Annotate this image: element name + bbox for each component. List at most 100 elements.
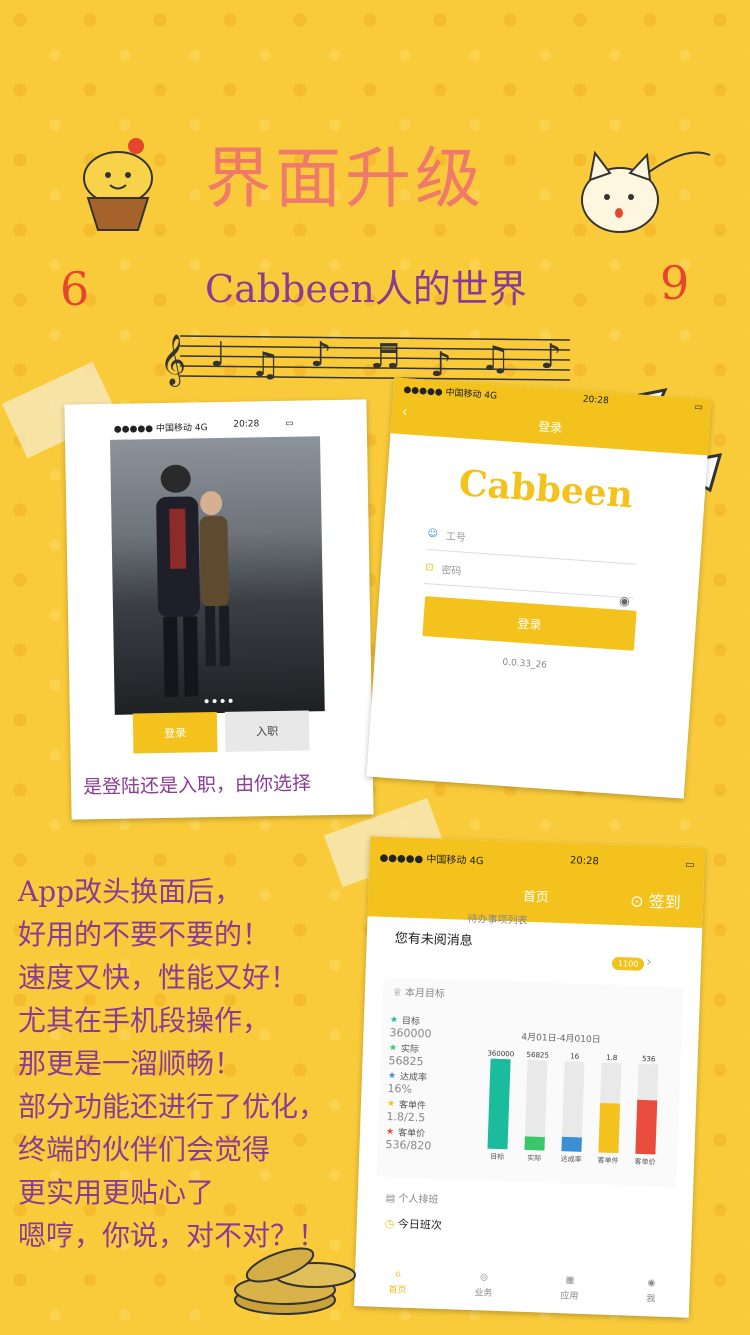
page-subtitle: Cabbeen人的世界 [205,267,527,311]
stat-value-actual: 56825 [388,1054,424,1069]
brand-logo: Cabbeen [457,462,635,517]
promo-line: 尤其在手机段操作， [18,1004,271,1037]
star-icon: ★ [387,1070,397,1081]
nav-apps[interactable]: ▦ 应用 [560,1275,579,1301]
bar-category-label: 目标 [490,1152,504,1161]
app-version: 0.0.33_26 [502,657,548,671]
user-icon: ☺ [427,528,439,540]
nav-me[interactable]: ◉ 我 [646,1278,656,1304]
monthly-target-header: ♕ 本月目标 [393,983,446,1000]
bar-category-label: 客单件 [597,1155,618,1165]
date-range: 4月01日-4月010日 [521,1032,601,1046]
cat-icon [575,135,715,245]
promo-text: App改头换面后， 好用的不要不要的！ 速度又快，性能又好！ 尤其在手机段操作，… [18,870,378,1257]
stat-value-price: 536/820 [385,1138,432,1153]
bar-category-label: 达成率 [561,1154,582,1164]
bar [598,1102,621,1154]
stats-list: ★ 目标 360000 ★ 实际 56825 ★ 达成率 16% ★ 客单件 1.8/2… [385,1013,480,1156]
today-shift-row[interactable]: ◷ 今日班次 [385,1215,443,1233]
bar-value-label: 56825 [526,1051,549,1060]
monthly-target-label: 本月目标 [404,987,446,1000]
page-title: 界面升级 [205,140,485,217]
promo-line: App改头换面后， [18,875,243,908]
eye-icon[interactable]: ◉ [619,594,630,609]
promo-line: 好用的不要不要的！ [18,918,271,951]
battery-icon: ▭ [684,859,695,871]
status-time: 20:28 [569,855,599,868]
home-icon: ⌂ [394,1269,402,1280]
promo-line: 部分功能还进行了优化， [18,1090,327,1123]
personal-rank-panel: ▤ 个人排班 ◷ 今日班次 [374,1182,677,1254]
fashion-photo [110,436,325,715]
unread-message-row[interactable]: 您有未阅消息 1100 › [383,920,686,984]
location-icon: ⊙ [629,891,644,911]
bar [635,1099,658,1155]
unread-message-text: 您有未阅消息 [394,931,473,949]
status-carrier: ●●●●● 中国移动 4G [113,423,208,435]
personal-rank-header: ▤ 个人排班 [385,1189,438,1206]
stat-value-target: 360000 [389,1026,432,1041]
svg-text:𝄞: 𝄞 [160,334,186,387]
svg-text:♪: ♪ [540,337,562,377]
swirl-left: 6 [60,262,90,316]
unread-count-badge: 1100 [611,956,645,971]
login-submit-button[interactable]: 登录 [422,596,637,651]
login-button[interactable]: 登录 [132,712,218,754]
today-shift-label: 今日班次 [397,1217,443,1233]
svg-text:♪: ♪ [430,345,452,385]
nav-business[interactable]: ◎ 业务 [474,1272,493,1298]
star-icon: ★ [389,1014,399,1025]
bar-category-label: 客单价 [634,1157,655,1167]
cupcake-icon [78,130,158,240]
bottom-nav: ⌂ 首页 ◎ 业务 ▦ 应用 ◉ 我 [354,1256,691,1318]
clock-icon: ◷ [384,1217,395,1231]
promo-line: 更实用更贴心了 [18,1176,215,1209]
status-time: 20:28 [233,419,260,430]
battery-icon: ▭ [285,418,294,429]
profile-icon: ◉ [647,1278,656,1289]
bar-category-label: 实际 [527,1153,541,1162]
promo-line: 那更是一溜顺畅！ [18,1047,243,1080]
password-placeholder: 密码 [440,565,462,578]
battery-icon: ▭ [694,402,704,413]
bar-value-label: 360000 [487,1050,514,1059]
business-icon: ◎ [479,1272,489,1283]
stat-value-items: 1.8/2.5 [386,1110,426,1125]
svg-text:♪: ♪ [310,335,332,375]
stat-value-rate: 16% [387,1082,413,1096]
svg-text:♫: ♫ [480,339,510,379]
screenshot-card-start: ●●●●● 中国移动 4G 20:28 ▭ 登录 入职 是登陆还是入职，由你选择 [64,399,374,820]
bar [561,1136,582,1152]
bar-value-label: 536 [642,1055,656,1063]
nav-home[interactable]: ⌂ 首页 [388,1269,407,1295]
bar [524,1136,545,1151]
bar-value-label: 1.8 [606,1054,617,1062]
start-buttons: 登录 入职 [132,710,314,754]
svg-text:♫: ♫ [250,345,280,385]
status-time: 20:28 [582,394,610,407]
sign-in-button[interactable]: ⊙ 签到 [630,887,681,913]
trophy-icon: ♕ [392,987,403,999]
target-bar-chart: 360000 目标 56825 实际 16 达成率 1.8 客单件 536 客单价 [487,1050,659,1167]
coins-icon [225,1240,375,1330]
chevron-right-icon: › [645,954,652,971]
lock-icon: ⊡ [424,562,434,574]
swirl-right: 9 [660,256,690,310]
music-staff-icon: 𝄞 ♩ ♫ ♪ ♬ ♪ ♫ ♪ [160,318,580,388]
join-button[interactable]: 入职 [224,710,310,752]
svg-text:♬: ♬ [370,337,400,377]
screenshot-card-home: ●●●●● 中国移动 4G 20:28 ▭ 首页 ⊙ 签到 待办事项列表 您有未… [353,836,706,1318]
star-icon: ★ [388,1042,398,1053]
apps-icon: ▦ [565,1275,575,1286]
employee-id-placeholder: 工号 [445,531,467,544]
star-icon: ★ [386,1098,396,1109]
star-icon: ★ [385,1126,395,1137]
screenshot-card-login: ●●●●● 中国移动 4G 20:28 ▭ ‹ 登录 Cabbeen ☺ 工号 … [366,377,712,799]
promo-line: 终端的伙伴们会觉得 [18,1133,271,1166]
sign-in-label: 签到 [648,892,682,913]
svg-text:♩: ♩ [210,335,226,375]
monthly-target-panel: ♕ 本月目标 4月01日-4月010日 ★ 目标 360000 ★ 实际 56825… [376,976,684,1188]
promo-line: 速度又快，性能又好！ [18,961,299,994]
card-caption: 是登陆还是入职，由你选择 [82,772,312,799]
personal-rank-label: 个人排班 [398,1193,439,1206]
